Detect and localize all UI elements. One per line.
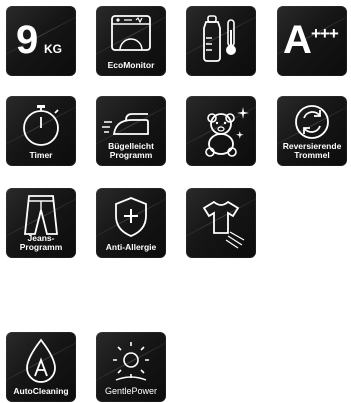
energy-class-letter: A: [283, 18, 312, 62]
tile-ecomonitor: EcoMonitor: [96, 6, 166, 76]
tile-jeans-program: Jeans- Programm: [6, 188, 76, 258]
tile-energy-class: A +++: [277, 6, 347, 76]
tile-gentlepower: GentlePower: [96, 332, 166, 402]
teddy-bear-icon: [205, 107, 249, 157]
tile-baby-care: [186, 6, 256, 76]
tile-autocleaning: AutoCleaning: [6, 332, 76, 402]
anti-allergy-label: Anti-Allergie: [105, 242, 157, 252]
tile-timer: Timer: [6, 96, 76, 166]
energy-class-plus: +++: [311, 24, 339, 43]
timer-label: Timer: [29, 150, 53, 160]
shirt-air-icon: [202, 200, 245, 249]
reversing-drum-label: Reversierende Trommel: [282, 141, 342, 160]
tile-capacity-9kg: 9 KG: [6, 6, 76, 76]
baby-bottle-thermometer-icon: [203, 15, 236, 62]
tile-easy-iron: Bügelleicht Programm: [96, 96, 166, 166]
gentlepower-label: GentlePower: [104, 386, 158, 396]
easy-iron-label: Bügelleicht Programm: [108, 141, 154, 160]
ecomonitor-label: EcoMonitor: [107, 60, 155, 70]
tile-reversing-drum: Reversierende Trommel: [277, 96, 347, 166]
tile-soft-toy: [186, 96, 256, 166]
jeans-program-label: Jeans- Programm: [19, 233, 63, 252]
autocleaning-label: AutoCleaning: [13, 386, 69, 396]
tile-anti-allergy: Anti-Allergie: [96, 188, 166, 258]
capacity-unit: KG: [44, 42, 62, 56]
capacity-value: 9: [16, 18, 39, 62]
tile-shirt-care: [186, 188, 256, 258]
